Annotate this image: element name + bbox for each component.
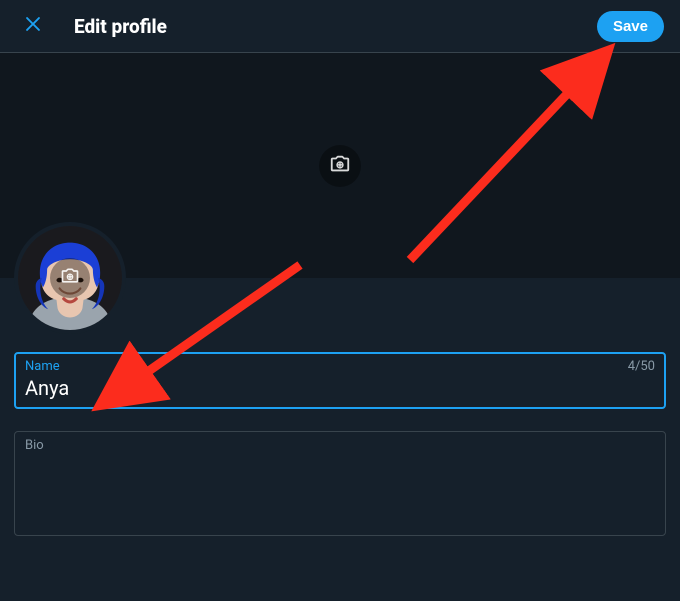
avatar bbox=[14, 222, 126, 334]
name-char-counter: 4/50 bbox=[628, 359, 655, 374]
avatar-zone bbox=[0, 278, 680, 338]
bio-field[interactable]: Bio bbox=[14, 431, 666, 536]
save-button[interactable]: Save bbox=[597, 11, 664, 42]
name-label: Name bbox=[25, 359, 60, 374]
bio-input[interactable] bbox=[25, 453, 655, 523]
form-area: Name 4/50 Bio bbox=[0, 338, 680, 536]
change-banner-button[interactable] bbox=[319, 145, 361, 187]
name-field-header: Name 4/50 bbox=[25, 359, 655, 374]
modal-header: Edit profile Save bbox=[0, 0, 680, 53]
modal-title: Edit profile bbox=[74, 15, 597, 38]
camera-icon bbox=[329, 153, 351, 179]
name-field[interactable]: Name 4/50 bbox=[14, 352, 666, 409]
close-icon bbox=[22, 13, 44, 39]
name-input[interactable] bbox=[25, 376, 655, 400]
camera-icon bbox=[60, 266, 80, 290]
change-avatar-button[interactable] bbox=[50, 258, 90, 298]
close-button[interactable] bbox=[16, 9, 50, 43]
bio-label: Bio bbox=[25, 438, 44, 453]
bio-field-header: Bio bbox=[25, 438, 655, 453]
